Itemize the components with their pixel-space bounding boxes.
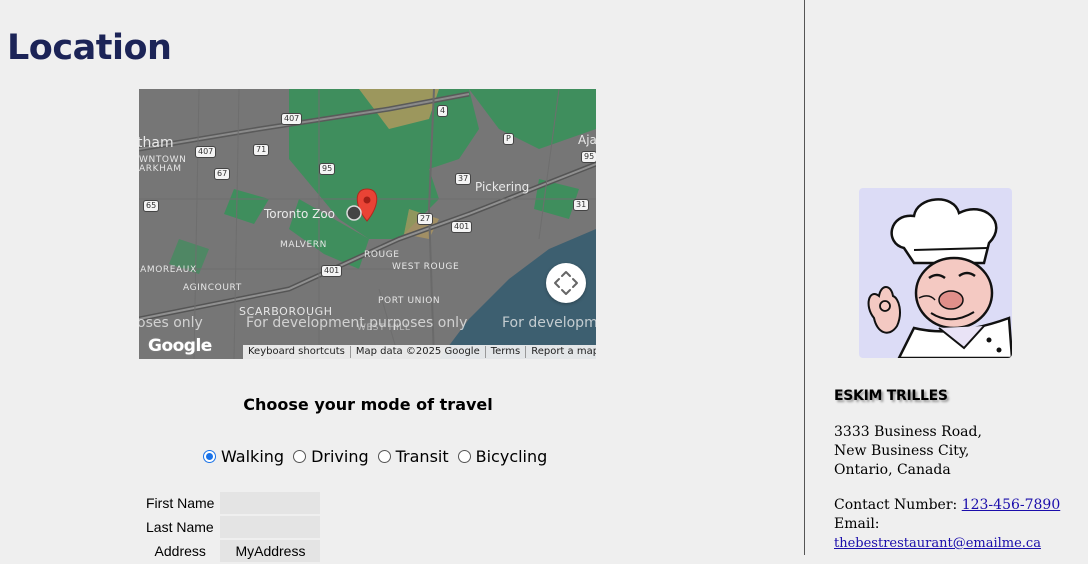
email-link[interactable]: thebestrestaurant@emailme.ca	[834, 536, 1041, 551]
bicycling-label: Bicycling	[475, 447, 548, 466]
highway-shield: 407	[281, 113, 303, 125]
map-watermark: For developme	[502, 315, 596, 331]
map-label-arkham: ARKHAM	[139, 164, 182, 174]
business-address: 3333 Business Road, New Business City, O…	[834, 423, 982, 480]
highway-shield: 71	[253, 144, 270, 156]
map-label-agincourt: AGINCOURT	[183, 283, 242, 293]
travel-mode-heading: Choose your mode of travel	[243, 395, 493, 414]
driving-radio[interactable]	[293, 450, 307, 463]
walking-label: Walking	[221, 447, 285, 466]
highway-shield: 37	[455, 173, 472, 185]
map-label-west-rouge: WEST ROUGE	[392, 262, 460, 272]
map-label-lamoreaux: 'AMOREAUX	[139, 265, 197, 275]
address-label: Address	[142, 540, 219, 562]
highway-shield: P	[503, 133, 514, 145]
terms-link[interactable]: Terms	[484, 346, 525, 358]
highway-shield: 67	[214, 168, 231, 180]
map-widget[interactable]: tham WNTOWN ARKHAM Pickering Ajax Toront…	[139, 89, 596, 359]
driving-label: Driving	[311, 447, 369, 466]
travel-option-driving[interactable]: Driving	[290, 447, 369, 466]
chef-icon	[867, 198, 1012, 358]
highway-shield: 95	[319, 163, 336, 175]
highway-shield: 95	[581, 151, 596, 163]
last-name-field[interactable]	[220, 516, 321, 538]
first-name-field[interactable]	[220, 492, 321, 514]
keyboard-shortcuts-link[interactable]: Keyboard shortcuts	[243, 346, 350, 358]
transit-radio[interactable]	[377, 450, 391, 463]
map-label-malvern: MALVERN	[280, 240, 327, 250]
main-content: Location tham WNTOWN ARKHAM Pickering Aj…	[0, 0, 805, 562]
first-name-label: First Name	[142, 492, 219, 514]
travel-mode-options: Walking Driving Transit Bicycling	[200, 447, 553, 466]
contact-number-label: Contact Number:	[834, 497, 958, 513]
map-watermark: oses only	[139, 315, 203, 331]
map-label-ham: tham	[139, 135, 174, 151]
map-label-pickering: Pickering	[475, 180, 530, 194]
highway-shield: 407	[195, 146, 217, 158]
contact-form: First Name Last Name Address MyAddress	[140, 490, 322, 564]
address-row: Address MyAddress	[142, 540, 321, 562]
highway-shield: 27	[417, 213, 434, 225]
business-name: ESKIM TRILLES	[834, 388, 948, 404]
highway-shield: 31	[573, 199, 590, 211]
first-name-row: First Name	[142, 492, 321, 514]
travel-option-bicycling[interactable]: Bicycling	[455, 447, 548, 466]
last-name-label: Last Name	[142, 516, 219, 538]
travel-option-transit[interactable]: Transit	[375, 447, 449, 466]
address-line: New Business City,	[834, 443, 970, 459]
map-label-port-union: PORT UNION	[378, 296, 441, 306]
highway-shield: 401	[451, 221, 473, 233]
map-watermark: For development purposes only	[246, 315, 468, 331]
map-data-text: Map data ©2025 Google	[349, 346, 485, 358]
page-title: Location	[7, 28, 172, 68]
phone-link[interactable]: 123-456-7890	[962, 497, 1061, 513]
highway-shield: 4	[437, 105, 449, 117]
chef-illustration	[859, 188, 1012, 358]
address-field[interactable]: MyAddress	[220, 540, 321, 562]
contact-info: Contact Number: 123-456-7890 Email: theb…	[834, 496, 1088, 553]
report-map-error-link[interactable]: Report a map error	[525, 346, 596, 358]
map-label-rouge: ROUGE	[364, 250, 400, 260]
last-name-row: Last Name	[142, 516, 321, 538]
transit-label: Transit	[395, 447, 449, 466]
highway-shield: 65	[143, 200, 160, 212]
travel-option-walking[interactable]: Walking	[200, 447, 284, 466]
highway-shield: 401	[321, 265, 343, 277]
map-fullscreen-button[interactable]	[546, 263, 586, 303]
walking-radio[interactable]	[203, 450, 216, 463]
google-logo: Google	[148, 336, 212, 356]
address-line: 3333 Business Road,	[834, 424, 982, 440]
bicycling-radio[interactable]	[457, 450, 471, 463]
map-label-toronto-zoo: Toronto Zoo	[264, 207, 336, 221]
fullscreen-icon	[554, 271, 578, 295]
map-label-ajax: Ajax	[578, 133, 596, 147]
map-footer: Keyboard shortcuts Map data ©2025 Google…	[243, 345, 596, 359]
sidebar: ESKIM TRILLES 3333 Business Road, New Bu…	[806, 0, 1088, 555]
email-label: Email:	[834, 516, 880, 532]
address-line: Ontario, Canada	[834, 462, 951, 478]
